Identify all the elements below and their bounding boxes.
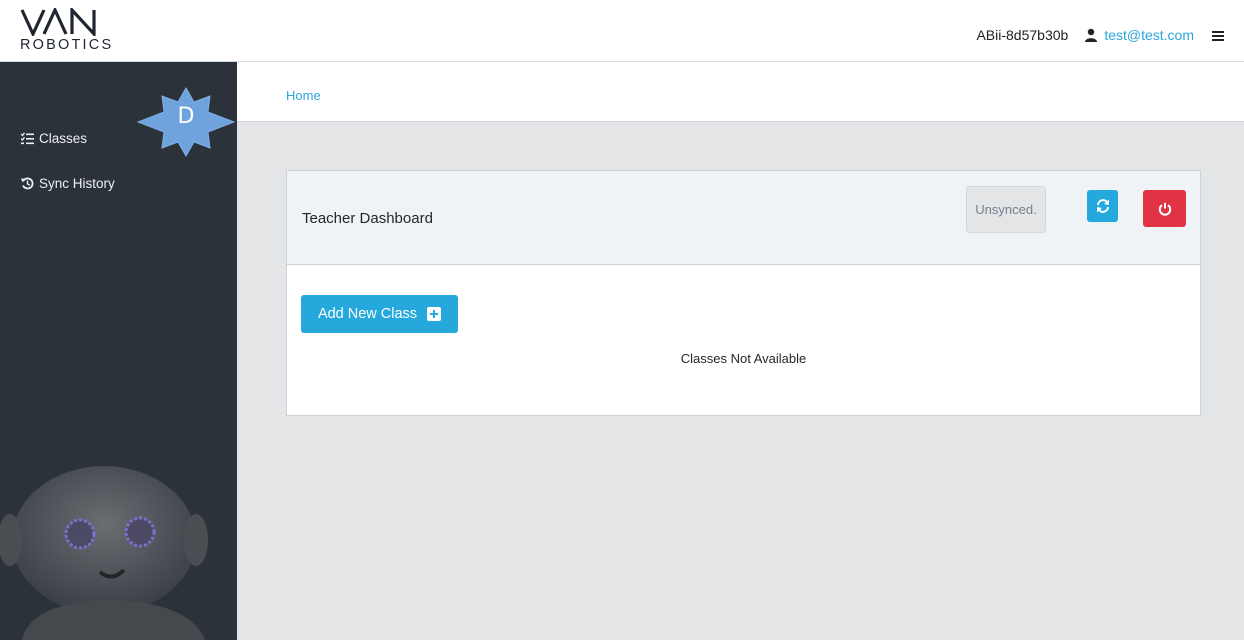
dashboard-card: Teacher Dashboard Unsynced. Add New Clas… [286, 170, 1201, 416]
van-logo-icon [20, 8, 96, 36]
list-check-icon [20, 131, 34, 145]
device-id: ABii-8d57b30b [976, 27, 1069, 43]
step-badge: D [136, 86, 236, 158]
sync-button[interactable] [1087, 190, 1118, 222]
header-user-area: ABii-8d57b30b test@test.com [976, 25, 1224, 45]
add-new-class-button[interactable]: Add New Class [301, 295, 458, 333]
user-email-link[interactable]: test@test.com [1104, 27, 1194, 43]
hamburger-menu-icon[interactable] [1212, 29, 1224, 41]
sidebar-item-label: Classes [39, 130, 88, 146]
sidebar-item-sync-history[interactable]: Sync History [21, 173, 115, 193]
plus-square-icon [427, 307, 442, 321]
empty-state-message: Classes Not Available [680, 351, 807, 366]
card-header: Teacher Dashboard Unsynced. [287, 171, 1200, 265]
breadcrumb-home-link[interactable]: Home [286, 88, 321, 103]
add-new-class-label: Add New Class [317, 306, 418, 322]
sidebar-item-label: Sync History [39, 175, 115, 191]
brand-logo[interactable]: ROBOTICS [18, 8, 128, 58]
history-icon [21, 177, 34, 190]
power-icon [1158, 202, 1171, 216]
power-button[interactable] [1143, 190, 1186, 227]
sync-status-button[interactable]: Unsynced. [966, 186, 1046, 233]
main-content: Teacher Dashboard Unsynced. Add New Clas… [237, 122, 1244, 640]
sidebar-item-classes[interactable]: Classes [20, 128, 88, 148]
brand-subtitle: ROBOTICS [20, 37, 114, 53]
top-header: ROBOTICS ABii-8d57b30b test@test.com [0, 0, 1244, 62]
step-badge-letter: D [177, 104, 195, 129]
user-icon [1084, 28, 1098, 42]
robot-illustration [0, 466, 208, 640]
breadcrumb: Home [237, 62, 1244, 122]
page-title: Teacher Dashboard [302, 210, 433, 227]
sync-icon [1096, 199, 1109, 213]
